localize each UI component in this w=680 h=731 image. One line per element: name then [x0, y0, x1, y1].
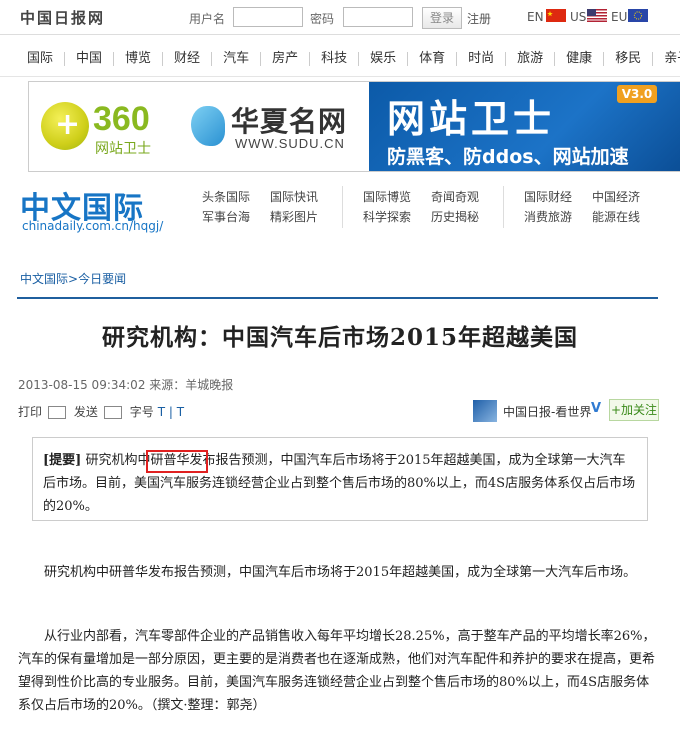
highlight-box: [146, 450, 208, 473]
lang-us-link[interactable]: US: [570, 10, 586, 24]
username-label: 用户名: [189, 12, 226, 26]
nav-list: 国际 中国 博览 财经 汽车 房产 科技 娱乐 体育 时尚 旅游 健康 移民 亲…: [24, 52, 680, 66]
avatar[interactable]: [473, 400, 497, 422]
lang-eu-link[interactable]: EU: [611, 10, 627, 24]
ad-guard-title: 网站卫士: [387, 97, 556, 141]
lang-en-link[interactable]: EN: [527, 10, 544, 24]
password-label: 密码: [310, 12, 335, 26]
subnav-link[interactable]: 中国经济: [592, 187, 640, 207]
article-title: 研究机构：中国汽车后市场2015年超越美国: [101, 324, 578, 351]
breadcrumb-current[interactable]: 今日要闻: [78, 272, 126, 286]
subnav-link[interactable]: 精彩图片: [270, 207, 318, 227]
ad-360-number: 360: [93, 100, 150, 138]
nav-item-expo[interactable]: 博览: [113, 52, 162, 66]
send-button[interactable]: 发送: [74, 405, 98, 419]
article-paragraph: 从行业内部看，汽车零部件企业的产品销售收入每年平均增长28.25%，高于整车产品…: [18, 629, 656, 713]
plus-icon: +: [55, 107, 81, 142]
summary-tag: [提要]: [43, 453, 82, 468]
nav-item-finance[interactable]: 财经: [162, 52, 211, 66]
nav-item-parenting[interactable]: 亲子: [652, 52, 680, 66]
subnav-link[interactable]: 科学探索: [363, 207, 411, 227]
ad-banner-guard: 网站卫士 V3.0 防黑客、防ddos、网站加速: [369, 82, 680, 171]
article-paragraph: 研究机构中研普华发布报告预测，中国汽车后市场将于2015年超越美国，成为全球第一…: [44, 565, 637, 580]
nav-item-auto[interactable]: 汽车: [211, 52, 260, 66]
subnav-link[interactable]: 能源在线: [592, 207, 640, 227]
subnav-col-1: 头条国际 军事台海: [202, 187, 250, 227]
subnav-link[interactable]: 消费旅游: [524, 207, 572, 227]
subnav-col-2: 国际快讯 精彩图片: [270, 187, 318, 227]
subnav-link[interactable]: 国际博览: [363, 187, 411, 207]
follow-account-name[interactable]: 中国日报-看世界: [503, 403, 591, 420]
subnav-col-6: 中国经济 能源在线: [592, 187, 640, 227]
password-input[interactable]: [343, 7, 413, 27]
ad-360-subtitle: 网站卫士: [95, 141, 151, 157]
divider: [342, 186, 343, 228]
print-button[interactable]: 打印: [18, 405, 42, 419]
ad-banner-brands: + 360 网站卫士 华夏名网 WWW.SUDU.CN: [29, 82, 369, 171]
sudu-logo-icon: [191, 106, 225, 146]
nav-item-health[interactable]: 健康: [554, 52, 603, 66]
main-nav: 国际 中国 博览 财经 汽车 房产 科技 娱乐 体育 时尚 旅游 健康 移民 亲…: [0, 44, 680, 77]
summary-body: 研究机构中研普华发布报告预测，中国汽车后市场将于2015年超越美国，成为全球第一…: [43, 453, 636, 514]
subnav-link[interactable]: 奇闻奇观: [431, 187, 479, 207]
article-meta: 2013-08-15 09:34:02 来源：羊城晚报: [18, 378, 234, 392]
nav-item-international[interactable]: 国际: [24, 52, 64, 66]
section-url[interactable]: chinadaily.com.cn/hqgj/: [22, 219, 163, 233]
divider: [503, 186, 504, 228]
summary-text-block: [提要] 研究机构中研普华发布报告预测，中国汽车后市场将于2015年超越美国，成…: [43, 449, 637, 518]
divider: [17, 297, 658, 299]
nav-item-tech[interactable]: 科技: [309, 52, 358, 66]
site-logo[interactable]: 中国日报网: [20, 7, 105, 28]
login-button[interactable]: 登录: [422, 7, 462, 29]
cn-flag-icon[interactable]: [546, 9, 566, 22]
printer-icon[interactable]: [48, 406, 67, 419]
article-summary: [提要] 研究机构中研普华发布报告预测，中国汽车后市场将于2015年超越美国，成…: [32, 437, 648, 521]
subnav-link[interactable]: 军事台海: [202, 207, 250, 227]
register-link[interactable]: 注册: [467, 10, 491, 27]
verified-icon: V: [591, 401, 602, 416]
us-flag-icon[interactable]: [587, 9, 607, 22]
eu-flag-icon[interactable]: [628, 9, 648, 22]
subnav-link[interactable]: 国际财经: [524, 187, 572, 207]
ad-sudu-title: 华夏名网: [231, 105, 348, 138]
breadcrumb-separator: >: [68, 272, 79, 286]
mail-icon[interactable]: [103, 406, 122, 419]
subnav-col-3: 国际博览 科学探索: [363, 187, 411, 227]
subnav-col-4: 奇闻奇观 历史揭秘: [431, 187, 479, 227]
ad-guard-version: V3.0: [617, 85, 657, 103]
font-size-toggle[interactable]: T | T: [158, 405, 184, 419]
font-size-label: 字号: [129, 405, 154, 419]
subnav-link[interactable]: 头条国际: [202, 187, 250, 207]
article-tools: 打印 发送 字号 T | T: [18, 403, 188, 420]
breadcrumb-root[interactable]: 中文国际: [20, 272, 68, 286]
nav-item-sports[interactable]: 体育: [407, 52, 456, 66]
nav-item-immigration[interactable]: 移民: [603, 52, 652, 66]
subnav-col-5: 国际财经 消费旅游: [524, 187, 572, 227]
top-bar: 中国日报网 用户名 密码 登录 注册 EN US EU: [0, 0, 680, 35]
follow-button[interactable]: +加关注: [609, 399, 659, 421]
subnav-link[interactable]: 历史揭秘: [431, 207, 479, 227]
nav-item-travel[interactable]: 旅游: [505, 52, 554, 66]
nav-item-entertainment[interactable]: 娱乐: [358, 52, 407, 66]
nav-item-china[interactable]: 中国: [64, 52, 113, 66]
ad-guard-subtitle: 防黑客、防ddos、网站加速: [387, 146, 629, 168]
username-input[interactable]: [233, 7, 303, 27]
nav-item-fashion[interactable]: 时尚: [456, 52, 505, 66]
ad-banner[interactable]: + 360 网站卫士 华夏名网 WWW.SUDU.CN 网站卫士 V3.0 防黑…: [28, 81, 680, 172]
nav-item-realestate[interactable]: 房产: [260, 52, 309, 66]
ad-sudu-url: WWW.SUDU.CN: [235, 136, 345, 151]
breadcrumb: 中文国际>今日要闻: [20, 270, 126, 287]
subnav-link[interactable]: 国际快讯: [270, 187, 318, 207]
